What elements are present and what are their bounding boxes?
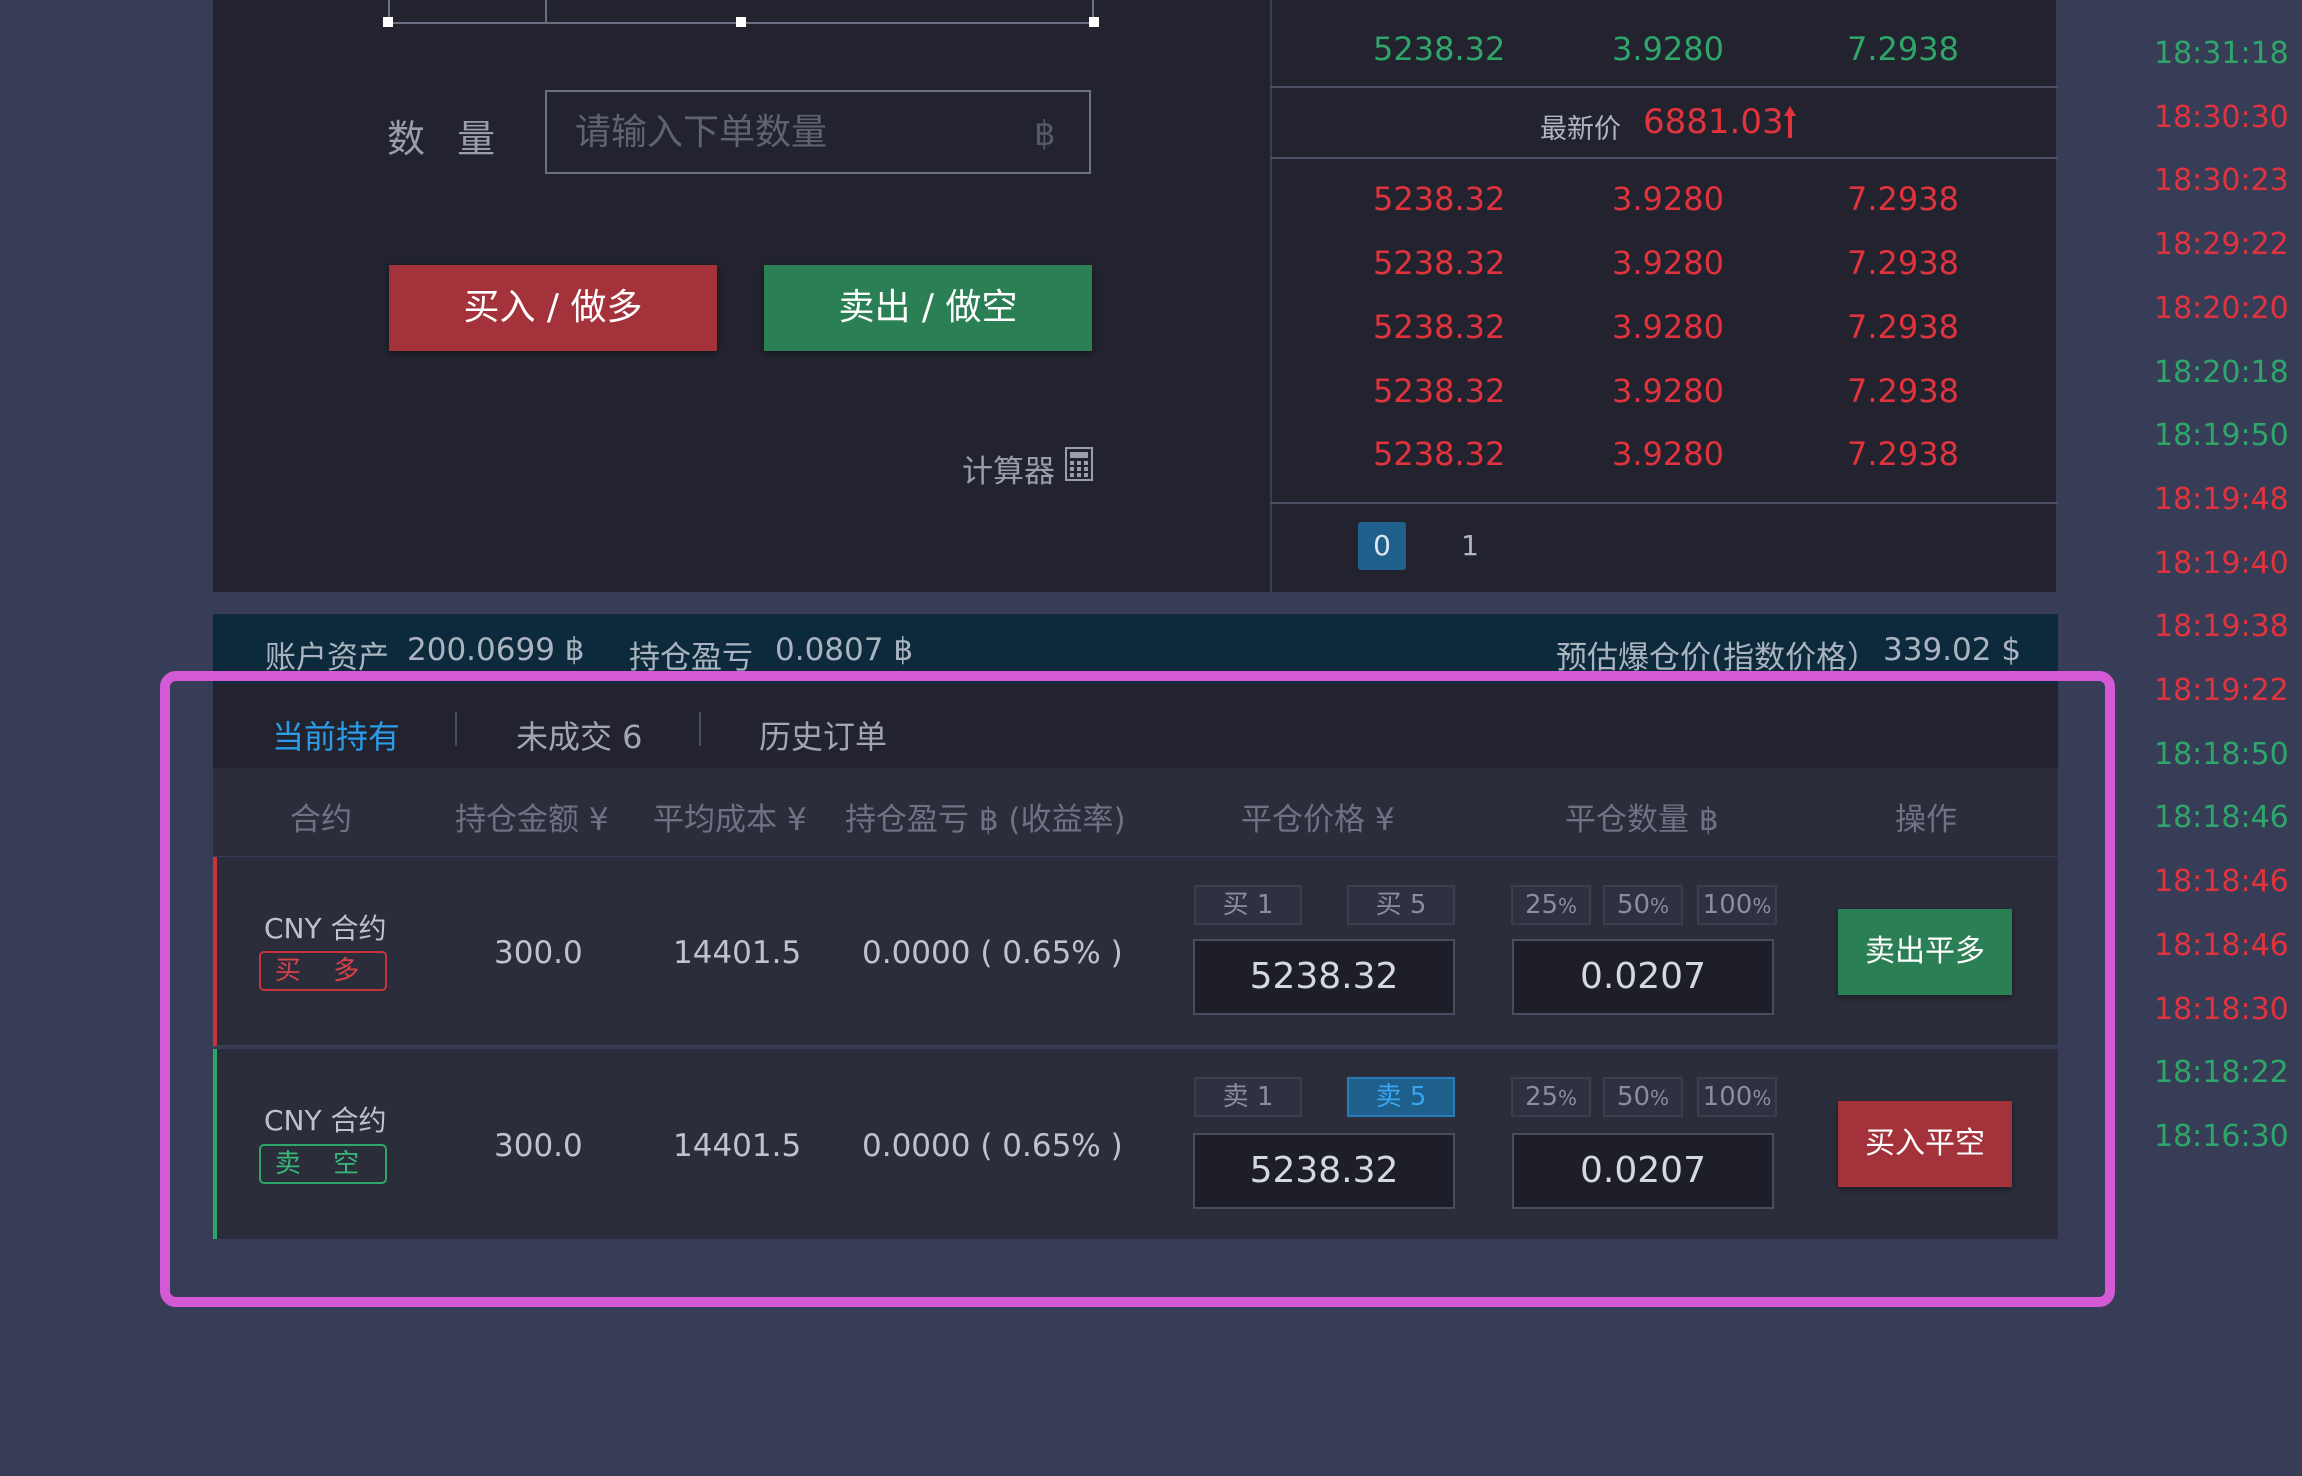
- slider-handle-left[interactable]: [383, 17, 393, 27]
- trade-time: 18:31:18: [2154, 36, 2289, 71]
- trade-time: 18:18:46: [2154, 800, 2289, 835]
- trade-time: 18:19:50: [2154, 418, 2289, 453]
- trade-time: 18:16:30: [2154, 1119, 2289, 1154]
- order-book-divider: [1270, 502, 2058, 504]
- order-book-ask-row: 5238.32 3.9280 7.2938: [1373, 244, 1959, 282]
- order-book-divider: [1270, 86, 2058, 88]
- order-book-divider: [1270, 157, 2058, 159]
- trade-time: 18:18:30: [2154, 992, 2289, 1027]
- trade-time: 18:18:46: [2154, 864, 2289, 899]
- trade-time: 18:18:22: [2154, 1055, 2289, 1090]
- trade-time: 18:20:20: [2154, 291, 2289, 326]
- trade-time: 18:19:48: [2154, 482, 2289, 517]
- trade-time: 18:19:38: [2154, 609, 2289, 644]
- trade-time: 18:20:18: [2154, 355, 2289, 390]
- highlight-frame: [160, 671, 2115, 1307]
- slider-handle-right[interactable]: [1089, 17, 1099, 27]
- sell-short-button[interactable]: 卖出 / 做空: [764, 265, 1092, 351]
- order-book-bid-row: 5238.32 3.9280 7.2938: [1373, 30, 1959, 68]
- liquidation-price-value: 339.02 $: [1883, 632, 2022, 668]
- arrow-up-icon: [1784, 106, 1796, 138]
- trade-time: 18:19:40: [2154, 546, 2289, 581]
- order-form-panel: [213, 0, 1270, 592]
- calculator-label[interactable]: 计算器: [962, 446, 1055, 491]
- latest-price-label: 最新价: [1540, 114, 1621, 145]
- trade-time: 18:18:50: [2154, 737, 2289, 772]
- position-pnl-value: 0.0807 ฿: [775, 632, 914, 668]
- order-book-ask-row: 5238.32 3.9280 7.2938: [1373, 372, 1959, 410]
- trade-time: 18:30:30: [2154, 100, 2289, 135]
- trade-time: 18:18:46: [2154, 928, 2289, 963]
- quantity-input[interactable]: [545, 90, 1091, 174]
- order-book-ask-row: 5238.32 3.9280 7.2938: [1373, 435, 1959, 473]
- btc-unit-icon: ฿: [1034, 114, 1056, 154]
- account-assets-value: 200.0699 ฿: [407, 632, 585, 668]
- trade-time: 18:30:23: [2154, 163, 2289, 198]
- order-book-ask-row: 5238.32 3.9280 7.2938: [1373, 308, 1959, 346]
- pagination-page-0[interactable]: 0: [1358, 522, 1406, 570]
- section-separator: [213, 592, 2058, 614]
- order-book-ask-row: 5238.32 3.9280 7.2938: [1373, 180, 1959, 218]
- latest-price-value: 6881.03: [1643, 102, 1784, 142]
- slider-handle-mid[interactable]: [736, 17, 746, 27]
- buy-long-button[interactable]: 买入 / 做多: [389, 265, 717, 351]
- calculator-icon[interactable]: [1065, 447, 1093, 481]
- pagination-page-1[interactable]: 1: [1446, 522, 1494, 570]
- slider-track-inner: [545, 0, 547, 22]
- quantity-label: 数 量: [387, 117, 506, 161]
- trade-time: 18:29:22: [2154, 227, 2289, 262]
- trade-time: 18:19:22: [2154, 673, 2289, 708]
